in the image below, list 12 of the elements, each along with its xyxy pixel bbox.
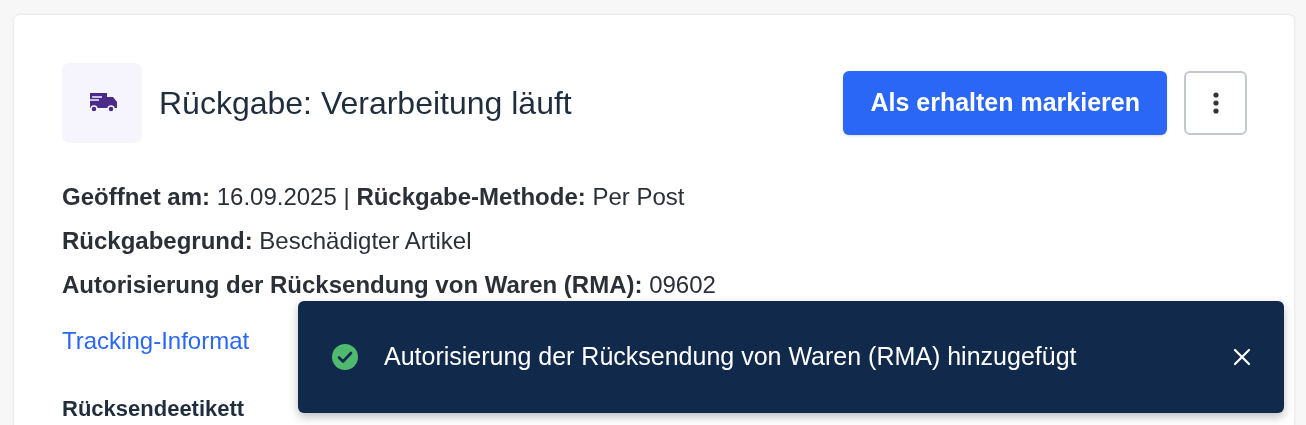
- tracking-link[interactable]: Tracking-Informat: [62, 317, 250, 365]
- close-icon: [1233, 348, 1251, 366]
- detail-line: Geöffnet am: 16.09.2025 | Rückgabe-Methode: Per Post: [62, 182, 685, 212]
- mark-received-button[interactable]: Als erhalten markieren: [843, 71, 1167, 135]
- detail-line: Autorisierung der Rücksendung von Waren (RMA): 09602: [62, 270, 716, 300]
- kebab-icon: [1212, 92, 1219, 114]
- check-circle-icon: [331, 343, 359, 371]
- section-heading: Rücksendeetikett: [62, 395, 245, 423]
- detail-line: Rückgabegrund: Beschädigter Artikel: [62, 226, 472, 256]
- toast-message: Autorisierung der Rücksendung von Waren (RMA) hinzugefügt: [384, 341, 1078, 373]
- page-title: Rückgabe: Verarbeitung läuft: [159, 84, 572, 123]
- truck-icon: [62, 63, 142, 143]
